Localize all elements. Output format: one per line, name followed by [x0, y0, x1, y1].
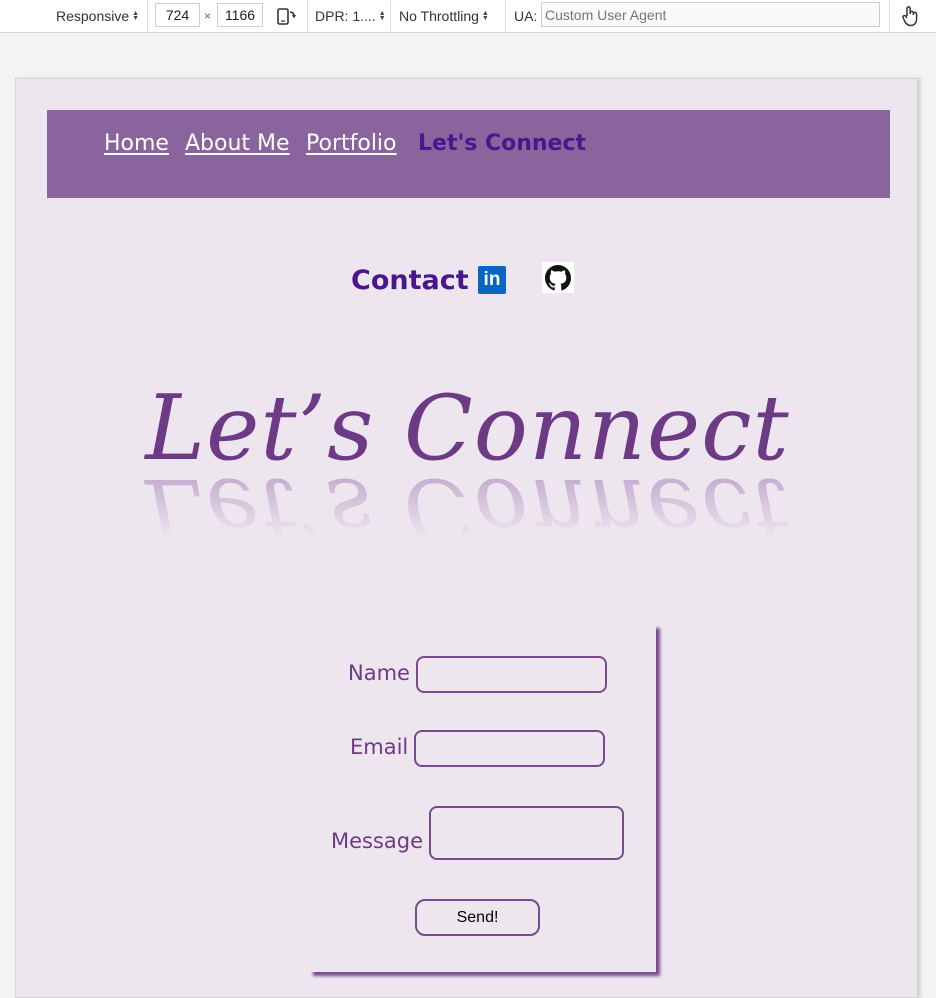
device-select-label: Responsive	[56, 8, 130, 24]
title-reflection-text: Let’s Connect	[145, 458, 790, 563]
touch-simulation-button[interactable]	[900, 0, 920, 32]
rotate-button[interactable]	[276, 0, 296, 32]
name-label: Name	[348, 661, 410, 685]
linkedin-logo-text: in	[483, 269, 501, 290]
nav-link-home[interactable]: Home	[104, 131, 169, 156]
touch-icon	[902, 6, 918, 27]
toolbar-divider	[505, 0, 506, 32]
height-input[interactable]	[217, 3, 263, 27]
rotate-icon	[277, 8, 296, 25]
nav-link-lets-connect[interactable]: Let's Connect	[418, 131, 586, 156]
dpr-select[interactable]: DPR: 1.... ▲ ▼	[315, 0, 386, 32]
toolbar-divider	[889, 0, 890, 32]
email-input[interactable]	[414, 730, 605, 767]
message-label: Message	[331, 829, 424, 853]
email-label: Email	[350, 735, 409, 759]
device-select[interactable]: Responsive ▲ ▼	[56, 0, 140, 32]
navbar: Home About Me Portfolio Let's Connect	[47, 110, 890, 198]
dpr-label: DPR: 1....	[315, 8, 376, 24]
toolbar-divider	[147, 0, 148, 32]
throttling-select[interactable]: No Throttling ▲ ▼	[399, 0, 489, 32]
ua-label: UA:	[514, 8, 538, 24]
width-input[interactable]	[155, 3, 200, 27]
nav-link-portfolio[interactable]: Portfolio	[306, 131, 397, 156]
github-logo	[545, 264, 571, 290]
github-icon[interactable]	[542, 262, 574, 293]
toolbar-divider	[307, 0, 308, 32]
dimension-times: ×	[204, 9, 212, 23]
page-viewport: Home About Me Portfolio Let's Connect Co…	[15, 78, 918, 998]
linkedin-icon[interactable]: in	[478, 266, 506, 294]
name-input[interactable]	[416, 656, 607, 693]
user-agent-input[interactable]	[541, 2, 880, 27]
device-toolbar: Responsive ▲▼ × DPR: 1.... ▲▼ No Throttl…	[0, 0, 936, 33]
throttling-label: No Throttling	[399, 8, 479, 24]
nav-link-about-me[interactable]: About Me	[185, 131, 290, 156]
toolbar-divider	[390, 0, 391, 32]
title-reflection: Let’s Connect	[16, 455, 919, 565]
select-arrows-icon: ▲ ▼	[481, 10, 489, 22]
send-button[interactable]: Send!	[415, 899, 540, 936]
contact-heading: Contact	[351, 265, 469, 296]
message-textarea[interactable]	[429, 806, 624, 860]
select-arrows-icon: ▲ ▼	[132, 10, 140, 22]
select-arrows-icon: ▲ ▼	[378, 10, 386, 22]
